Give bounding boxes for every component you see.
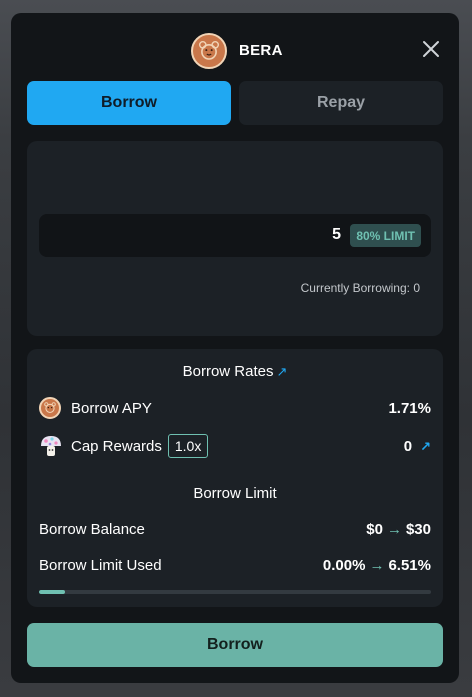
rewards-multiplier-badge: 1.0x — [167, 434, 209, 458]
limit-80-button[interactable]: 80% LIMIT — [350, 224, 421, 247]
borrow-limit-used-label: Borrow Limit Used — [39, 557, 162, 574]
tab-repay[interactable]: Repay — [239, 81, 443, 125]
arrow-right-icon: → — [386, 521, 402, 538]
borrow-rates-label: Borrow Rates — [182, 363, 274, 380]
cap-rewards-value: 0 — [403, 438, 413, 455]
tab-borrow[interactable]: Borrow — [27, 81, 231, 125]
amount-input[interactable]: 5 80% LIMIT — [39, 214, 431, 257]
currently-borrowing-text: Currently Borrowing: 0 — [300, 281, 420, 295]
borrow-balance-value: $0 → $30 — [366, 521, 431, 538]
borrow-apy-value: 1.71% — [388, 400, 431, 417]
cap-rewards-label: Cap Rewards — [71, 437, 162, 455]
borrow-modal: BERA Borrow Repay 5 80% LIMIT Currently … — [11, 13, 459, 683]
mushroom-icon — [41, 436, 61, 456]
borrow-apy-label: Borrow APY — [71, 399, 152, 417]
borrow-balance-from: $0 — [366, 521, 383, 538]
borrow-limit-progress-fill — [39, 590, 65, 594]
rates-card: Borrow Rates ↗ Borrow APY 1.71% Cap Rewa… — [27, 349, 443, 607]
amount-card: 5 80% LIMIT Currently Borrowing: 0 — [27, 141, 443, 336]
borrow-limit-used-to: 6.51% — [388, 557, 431, 574]
borrow-rates-title: Borrow Rates ↗ — [27, 363, 443, 380]
borrow-balance-label: Borrow Balance — [39, 521, 145, 538]
bear-icon — [191, 33, 227, 69]
borrow-limit-used-value: 0.00% → 6.51% — [323, 557, 431, 574]
borrow-limit-used-from: 0.00% — [322, 557, 366, 574]
borrow-apy-row: Borrow APY — [39, 397, 152, 419]
borrow-limit-title: Borrow Limit — [193, 485, 277, 502]
arrow-up-right-icon[interactable]: ↗ — [420, 439, 431, 454]
close-icon[interactable] — [419, 37, 443, 61]
amount-value[interactable]: 5 — [332, 226, 341, 244]
modal-header: BERA — [11, 33, 459, 69]
cap-rewards-row: Cap Rewards 1.0x — [39, 434, 209, 458]
tab-bar: Borrow Repay — [27, 81, 443, 125]
borrow-limit-progress — [39, 590, 431, 594]
borrow-balance-to: $30 — [405, 521, 431, 538]
cap-rewards-value-group: 0 ↗ — [404, 438, 431, 455]
borrow-submit-button[interactable]: Borrow — [27, 623, 443, 667]
arrow-up-right-icon[interactable]: ↗ — [276, 364, 287, 379]
bear-icon — [39, 397, 61, 419]
arrow-right-icon: → — [369, 557, 385, 574]
token-name: BERA — [239, 42, 283, 59]
